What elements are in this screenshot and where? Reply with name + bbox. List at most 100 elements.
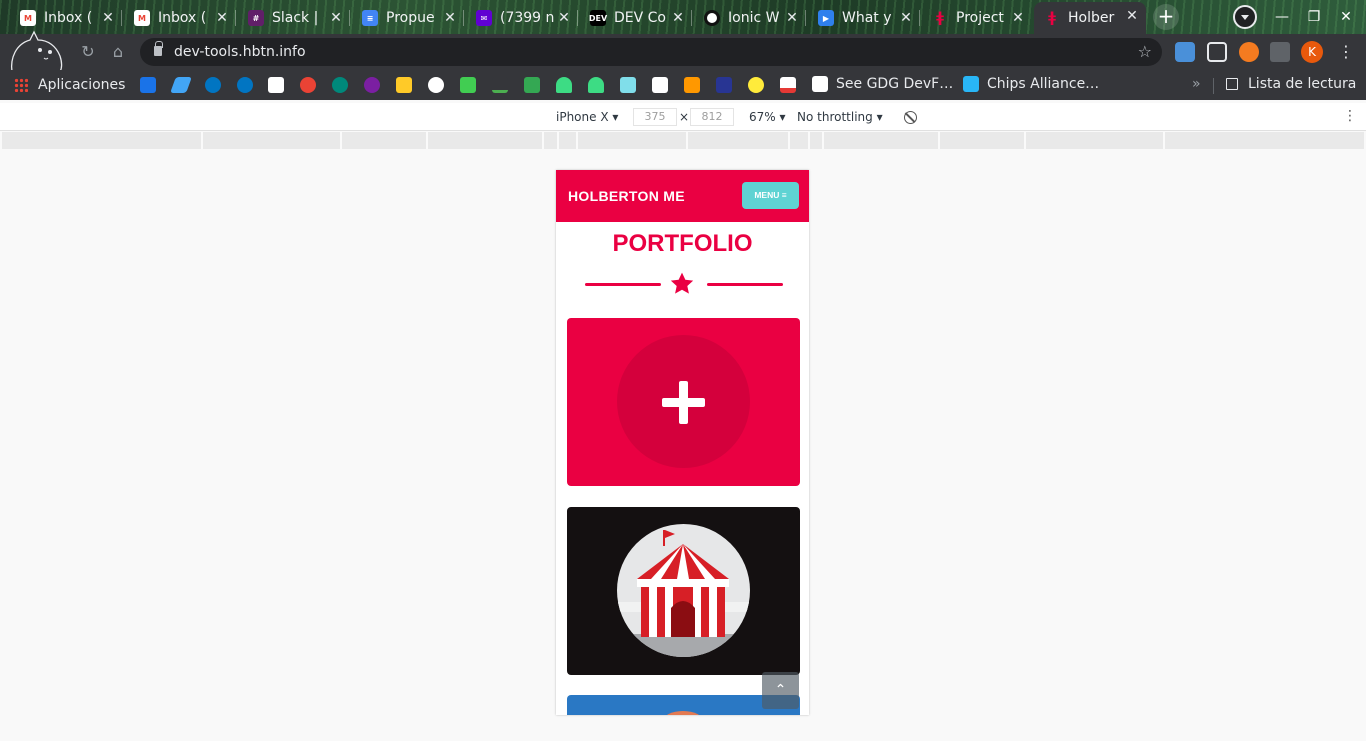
profile-avatar[interactable]: K [1301,41,1323,63]
url-text: dev-tools.hbtn.info [174,44,306,60]
close-icon[interactable]: ✕ [670,10,686,26]
w-bookmark-icon[interactable] [492,77,508,93]
browser-menu-icon[interactable]: ⋮ [1338,42,1354,62]
close-icon[interactable]: ✕ [898,10,914,26]
bookmark-icon[interactable] [780,77,796,93]
menu-button[interactable]: MENU ≡ [742,182,799,209]
close-icon[interactable]: ✕ [100,10,116,26]
gmail-icon: M [134,10,150,26]
tab-inbox-1[interactable]: M Inbox ( ✕ [10,4,122,32]
holberton-icon: ǂ [936,10,944,26]
bookmark-chips[interactable]: Chips Alliance… [963,76,1099,92]
scroll-to-top-button[interactable]: ⌃ [762,672,799,709]
circus-tent-image [617,524,750,657]
minimize-icon[interactable]: — [1271,6,1293,28]
viewport-width-input[interactable]: 375 [633,108,677,126]
divider-line-left [585,283,661,286]
device-toolbar: iPhone X ▾ 375 × 812 67% ▾ No throttling… [0,103,1366,131]
flutter-bookmark-icon[interactable] [170,77,192,93]
graph-bookmark-icon[interactable] [364,77,380,93]
firebase-bookmark-icon[interactable] [396,77,412,93]
bookmark-gdg-label: See GDG DevF… [836,76,954,92]
close-icon[interactable]: ✕ [442,10,458,26]
portfolio-item-cake[interactable] [567,318,800,486]
dimension-separator: × [679,110,690,124]
bookmarks-overflow-icon[interactable]: » [1192,76,1201,92]
tab-strip: M Inbox ( ✕ M Inbox ( ✕ # Slack | ✕ ≡ Pr… [0,0,1366,34]
tab-inbox-2[interactable]: M Inbox ( ✕ [124,4,236,32]
plus-icon-vertical [679,381,688,424]
tab-what[interactable]: ▶ What y ✕ [808,4,920,32]
throttling-select[interactable]: No throttling ▾ [797,110,883,124]
site-navbar: HOLBERTON ME MENU ≡ [556,170,809,222]
code-bookmark-icon[interactable] [268,77,284,93]
tm-bookmark-icon[interactable] [716,77,732,93]
viewport-height-input[interactable]: 812 [690,108,734,126]
rotate-icon[interactable] [904,111,917,124]
tab-project[interactable]: ǂ Project ✕ [922,4,1032,32]
bookmark-icon[interactable] [652,77,668,93]
f-bookmark-icon[interactable] [332,77,348,93]
dart-bookmark-icon[interactable] [205,77,221,93]
chrome-os-bookmark-icon[interactable] [300,77,316,93]
android-bookmark-icon[interactable] [556,77,572,93]
device-toolbar-menu-icon[interactable]: ⋮ [1343,108,1357,124]
reading-list[interactable]: Lista de lectura [1226,76,1356,92]
close-icon[interactable]: ✕ [784,10,800,26]
home-icon[interactable]: ⌂ [108,42,128,62]
bookmark-star-icon[interactable]: ☆ [1138,42,1152,61]
portfolio-item-circus[interactable] [567,507,800,675]
tab-dev[interactable]: DEV DEV Co ✕ [580,4,692,32]
apps-grid-icon [14,78,28,92]
apps-label: Aplicaciones [38,77,126,93]
address-bar[interactable]: dev-tools.hbtn.info ☆ [140,38,1162,66]
bookmark-icon[interactable] [748,77,764,93]
play-bookmark-icon[interactable] [524,77,540,93]
bookmark-icon[interactable] [140,77,156,93]
ionic-icon [704,10,720,26]
window-close-icon[interactable]: ✕ [1335,6,1357,28]
close-icon[interactable]: ✕ [328,10,344,26]
close-icon[interactable]: ✕ [214,10,230,26]
tab-ionic[interactable]: Ionic W ✕ [694,4,806,32]
firebase-extension-icon[interactable] [1239,42,1259,62]
google-bookmark-icon[interactable] [428,77,444,93]
tab-slack[interactable]: # Slack | ✕ [238,4,350,32]
dart-bookmark-icon[interactable] [237,77,253,93]
bookmark-icon[interactable] [684,77,700,93]
close-icon[interactable]: ✕ [556,10,572,26]
tab-yahoo-mail[interactable]: ✉ (7399 n ✕ [466,4,578,32]
translate-extension-icon[interactable] [1175,42,1195,62]
site-brand[interactable]: HOLBERTON ME [568,188,685,204]
device-select[interactable]: iPhone X ▾ [556,110,618,124]
reading-list-label: Lista de lectura [1248,76,1357,92]
bookmark-icon[interactable] [620,77,636,93]
tab-holberton-active[interactable]: ǂ Holber ✕ [1034,2,1146,34]
tab-propue[interactable]: ≡ Propue ✕ [352,4,464,32]
dev-icon: DEV [589,10,607,26]
new-tab-button[interactable]: + [1153,4,1179,30]
lock-icon [154,41,163,56]
qt-bookmark-icon[interactable] [460,77,476,93]
holberton-icon: ǂ [1048,10,1056,26]
divider-line-right [707,283,783,286]
tab-search-icon[interactable] [1233,5,1257,29]
reload-icon[interactable]: ↻ [78,42,98,62]
close-icon[interactable]: ✕ [1010,10,1026,26]
android-bookmark-icon[interactable] [588,77,604,93]
chip-icon [963,76,979,92]
extensions-puzzle-icon[interactable] [1270,42,1290,62]
bookmarks-bar: Aplicaciones See GDG DevF… Chips Allianc… [0,70,1366,100]
close-icon[interactable]: ✕ [1124,8,1140,24]
media-query-bar[interactable] [2,132,1364,149]
bookmarks-divider [1213,78,1214,94]
totoro-theme-icon [10,30,63,73]
restore-icon[interactable]: ❐ [1303,6,1325,28]
bookmark-apps[interactable]: Aplicaciones [14,77,125,93]
code-icon [812,76,828,92]
cast-extension-icon[interactable] [1207,42,1227,62]
docs-icon: ≡ [362,10,378,26]
zoom-select[interactable]: 67% ▾ [749,110,786,124]
bookmark-gdg[interactable]: See GDG DevF… [812,76,953,92]
device-viewport: HOLBERTON ME MENU ≡ PORTFOLIO [556,170,809,715]
